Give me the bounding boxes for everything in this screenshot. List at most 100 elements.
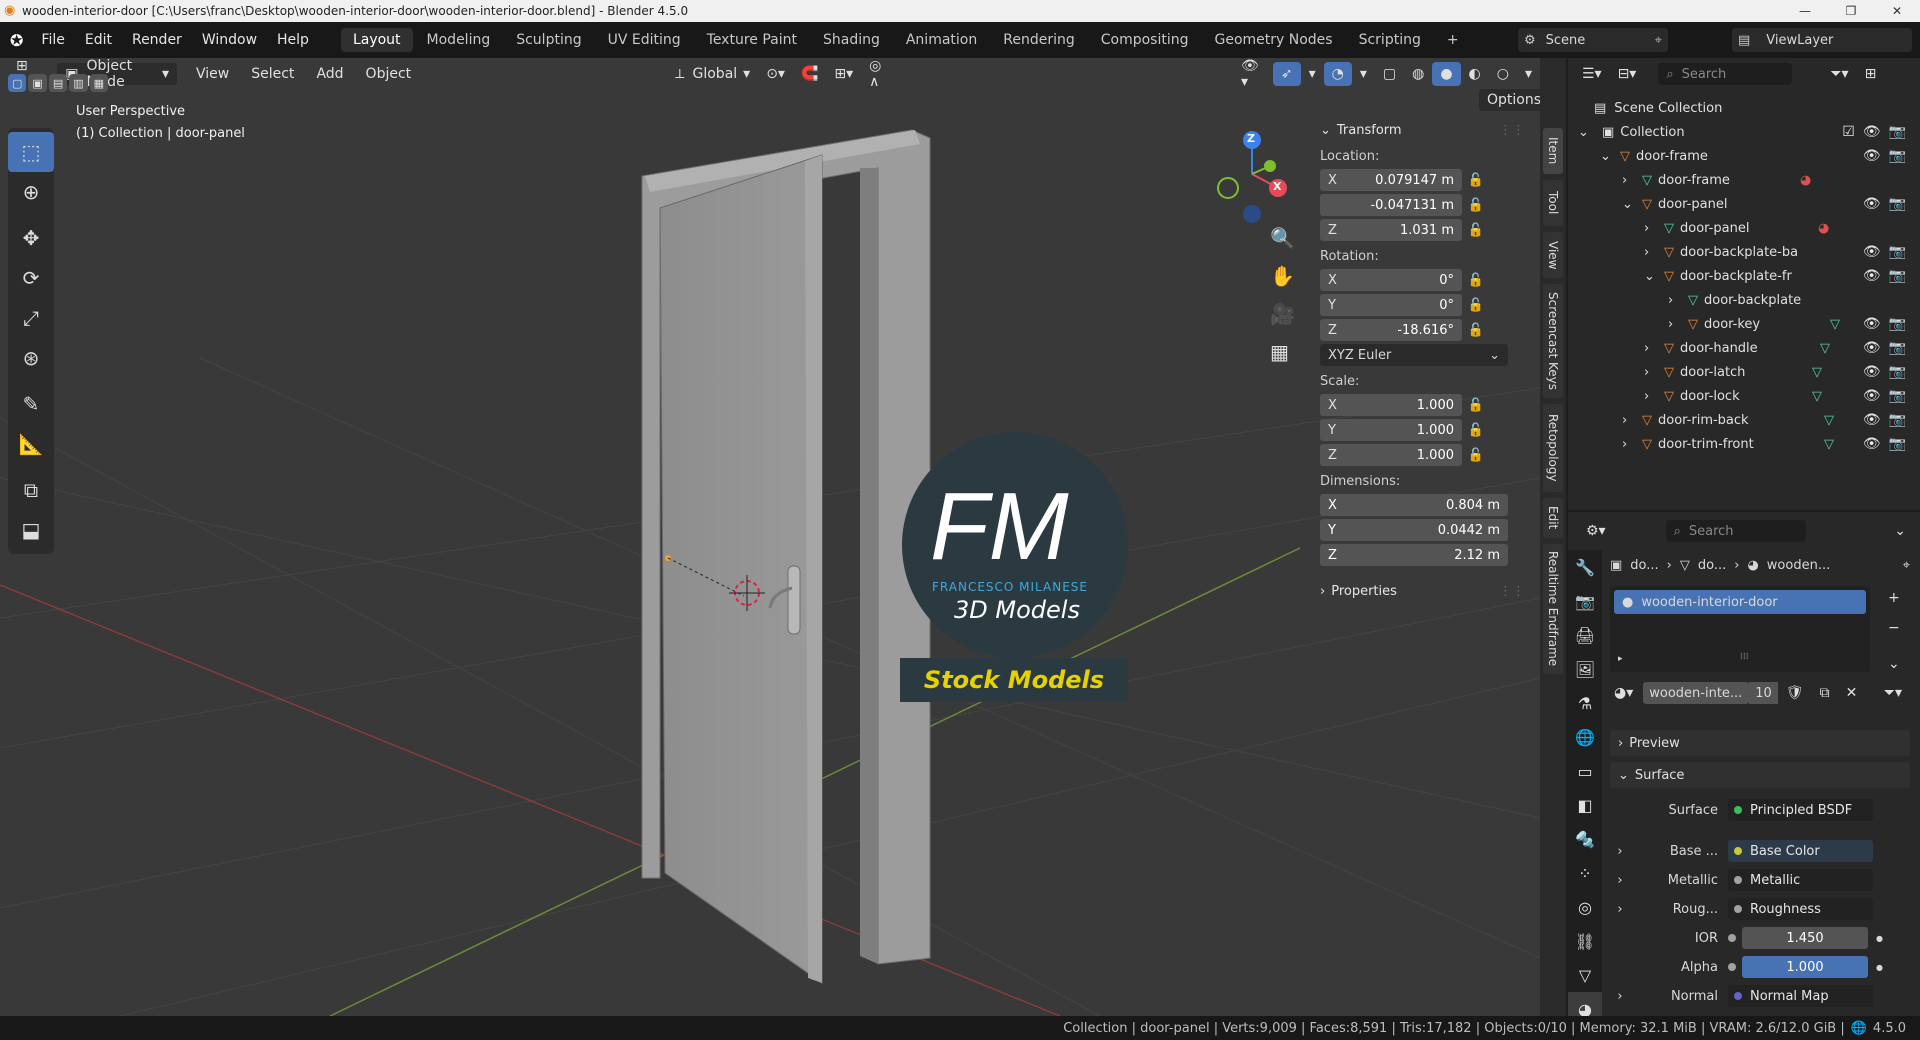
display-mode-icon[interactable]: ⊟▾ xyxy=(1610,62,1645,86)
surface-section-header[interactable]: ⌄ Surface xyxy=(1610,762,1910,788)
new-collection-icon[interactable]: ⊞ xyxy=(1857,62,1885,86)
expand-arrow-icon[interactable]: › xyxy=(1668,293,1684,308)
rotation-x-field[interactable]: X 0° xyxy=(1320,269,1462,291)
menu-render[interactable]: Render xyxy=(122,32,192,48)
menu-file[interactable]: File xyxy=(31,32,74,48)
gizmo-toggle-icon[interactable]: ➶ xyxy=(1272,62,1301,86)
surface-shader-field[interactable]: Principled BSDF xyxy=(1728,799,1873,821)
collection-properties-icon[interactable]: ▭ xyxy=(1568,754,1602,788)
scene-properties-icon[interactable]: ⚗ xyxy=(1568,686,1602,720)
menu-help[interactable]: Help xyxy=(267,32,319,48)
pin-icon[interactable]: ⌖ xyxy=(1903,558,1910,573)
tab-tool[interactable]: Tool xyxy=(1543,180,1563,226)
expand-arrow-icon[interactable]: › xyxy=(1668,317,1684,332)
measure-tool-icon[interactable]: 📐 xyxy=(8,424,54,464)
viewlayer-selector[interactable]: ▤ ViewLayer xyxy=(1732,28,1912,52)
roughness-field[interactable]: Roughness xyxy=(1728,898,1873,920)
expand-arrow-icon[interactable]: ⌄ xyxy=(1600,149,1616,164)
fake-user-icon[interactable]: 🛡 xyxy=(1778,681,1812,705)
eye-icon[interactable]: 👁 xyxy=(1863,364,1881,380)
tool-settings-icon[interactable]: 🔧 xyxy=(1568,550,1602,584)
physics-properties-icon[interactable]: ◎ xyxy=(1568,890,1602,924)
constraint-properties-icon[interactable]: ⛓ xyxy=(1568,924,1602,958)
output-properties-icon[interactable]: 🖨 xyxy=(1568,618,1602,652)
checkbox-icon[interactable]: ☑ xyxy=(1842,124,1855,140)
annotate-tool-icon[interactable]: ✎ xyxy=(8,384,54,424)
zoom-icon[interactable]: 🔍 xyxy=(1270,226,1295,250)
menu-object[interactable]: Object xyxy=(358,62,420,86)
camera-icon[interactable]: 📷 xyxy=(1889,244,1906,260)
tab-modeling[interactable]: Modeling xyxy=(415,28,503,52)
outliner-row-door-frame[interactable]: ⌄ ▽ door-frame 👁 📷 xyxy=(1568,144,1920,168)
tab-item[interactable]: Item xyxy=(1543,128,1563,174)
outliner-row-door-lock[interactable]: › ▽ door-lock ▽ 👁 📷 xyxy=(1568,384,1920,408)
select-invert-icon[interactable]: ▥ xyxy=(69,74,88,92)
add-workspace-button[interactable]: + xyxy=(1435,28,1471,52)
unlink-icon[interactable]: ✕ xyxy=(1838,681,1866,705)
remove-slot-button[interactable]: − xyxy=(1880,616,1908,640)
scale-y-field[interactable]: Y 1.000 xyxy=(1320,419,1462,441)
expand-arrow-icon[interactable]: › xyxy=(1622,173,1638,188)
expand-arrow-icon[interactable]: › xyxy=(1644,245,1660,260)
tab-layout[interactable]: Layout xyxy=(340,28,413,52)
cursor-tool-icon[interactable]: ⊕ xyxy=(8,172,54,212)
visibility-icon[interactable]: 👁▾ xyxy=(1233,58,1273,90)
transform-header[interactable]: ⌄ Transform ⋮⋮ xyxy=(1320,118,1525,142)
ior-field[interactable]: 1.450 xyxy=(1742,927,1868,949)
alpha-field[interactable]: 1.000 xyxy=(1742,956,1868,978)
properties-header[interactable]: › Properties ⋮⋮ xyxy=(1320,579,1525,603)
expand-arrow-icon[interactable]: › xyxy=(1644,365,1660,380)
outliner-editor-type-icon[interactable]: ☰▾ xyxy=(1574,62,1610,86)
duplicate-icon[interactable]: ⧉ xyxy=(1812,681,1838,705)
node-filter-icon[interactable]: ⏷▾ xyxy=(1876,681,1910,705)
eye-icon[interactable]: 👁 xyxy=(1863,196,1881,212)
eye-icon[interactable]: 👁 xyxy=(1863,436,1881,452)
menu-window[interactable]: Window xyxy=(192,32,267,48)
base-color-field[interactable]: Base Color xyxy=(1728,840,1873,862)
tab-geometry-nodes[interactable]: Geometry Nodes xyxy=(1203,28,1345,52)
outliner-row-door-trim-front[interactable]: › ▽ door-trim-front ▽ 👁 📷 xyxy=(1568,432,1920,456)
scale-z-field[interactable]: Z 1.000 xyxy=(1320,444,1462,466)
eye-icon[interactable]: 👁 xyxy=(1863,244,1881,260)
snap-target-icon[interactable]: ⊞▾ xyxy=(826,62,861,86)
expand-arrow-icon[interactable]: › xyxy=(1622,437,1638,452)
eye-icon[interactable]: 👁 xyxy=(1863,412,1881,428)
chevron-right-icon[interactable]: › xyxy=(1610,873,1630,888)
camera-view-icon[interactable]: 🎥 xyxy=(1270,302,1295,326)
lock-icon[interactable]: 🔓 xyxy=(1462,298,1490,313)
eye-icon[interactable]: 👁 xyxy=(1863,268,1881,284)
3d-viewport[interactable]: ⊞ ▾ ▣ Object Mode ▾ View Select Add Obje… xyxy=(0,58,1540,1016)
outliner-row-door-handle[interactable]: › ▽ door-handle ▽ 👁 📷 xyxy=(1568,336,1920,360)
render-properties-icon[interactable]: 📷 xyxy=(1568,584,1602,618)
chevron-right-icon[interactable]: › xyxy=(1610,989,1630,1004)
rotation-y-field[interactable]: Y 0° xyxy=(1320,294,1462,316)
maximize-button[interactable]: ❐ xyxy=(1828,0,1874,22)
tab-rendering[interactable]: Rendering xyxy=(991,28,1087,52)
browse-material-icon[interactable]: ◕▾ xyxy=(1610,681,1637,705)
lock-icon[interactable]: 🔓 xyxy=(1462,398,1490,413)
lock-icon[interactable]: 🔓 xyxy=(1462,448,1490,463)
location-x-field[interactable]: X 0.079147 m xyxy=(1320,169,1462,191)
camera-icon[interactable]: 📷 xyxy=(1889,340,1906,356)
close-window-button[interactable]: ✕ xyxy=(1874,0,1920,22)
material-name-field[interactable]: wooden-inte... xyxy=(1643,682,1750,704)
eye-icon[interactable]: 👁 xyxy=(1863,148,1881,164)
tab-view[interactable]: View xyxy=(1543,232,1563,278)
chevron-right-icon[interactable]: › xyxy=(1610,902,1630,917)
camera-icon[interactable]: 📷 xyxy=(1889,364,1906,380)
extra-tool-icon[interactable]: ⬓ xyxy=(8,510,54,550)
rendered-shading-icon[interactable]: ○ xyxy=(1489,62,1517,86)
preview-section-header[interactable]: › Preview xyxy=(1610,730,1910,756)
outliner-row-collection[interactable]: ⌄ ▣ Collection ☑ 👁 📷 xyxy=(1568,120,1920,144)
ortho-grid-icon[interactable]: ▦ xyxy=(1270,340,1295,364)
tab-scripting[interactable]: Scripting xyxy=(1347,28,1433,52)
scene-selector[interactable]: ⚙ Scene ⌖ xyxy=(1518,28,1668,52)
outliner-row-door-panel[interactable]: ⌄ ▽ door-panel 👁 📷 xyxy=(1568,192,1920,216)
transform-tool-icon[interactable]: ⊛ xyxy=(8,338,54,378)
lock-icon[interactable]: 🔓 xyxy=(1462,198,1490,213)
orientation-dropdown[interactable]: ⟂ Global ▾ xyxy=(667,62,758,86)
eye-icon[interactable]: 👁 xyxy=(1863,316,1881,332)
slot-menu-icon[interactable]: ⌄ xyxy=(1880,652,1908,676)
expand-arrow-icon[interactable]: › xyxy=(1622,413,1638,428)
pivot-icon[interactable]: ⊙▾ xyxy=(758,62,793,86)
